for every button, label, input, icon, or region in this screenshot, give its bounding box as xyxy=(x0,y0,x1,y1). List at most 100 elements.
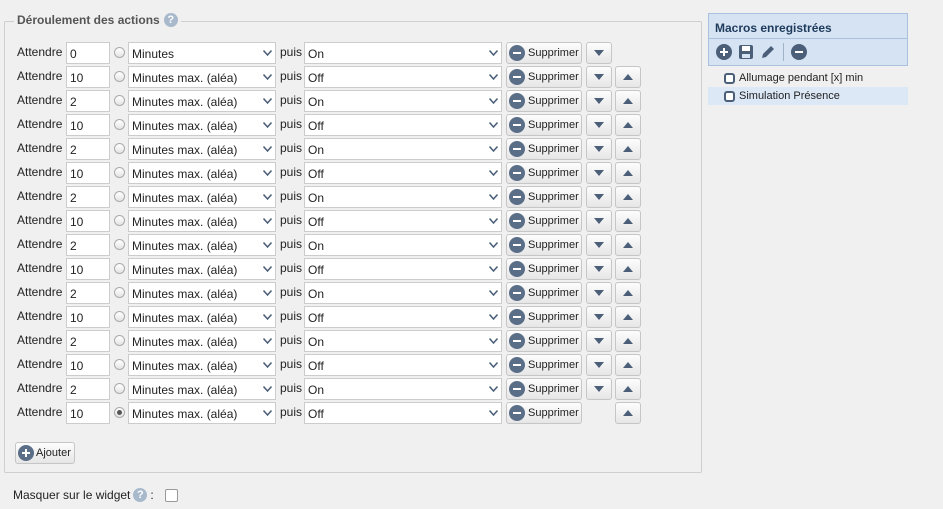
move-down-button[interactable] xyxy=(586,138,612,160)
move-down-button[interactable] xyxy=(586,186,612,208)
state-select[interactable]: On xyxy=(304,234,502,256)
wait-value-input[interactable]: 10 xyxy=(66,210,110,232)
move-down-button[interactable] xyxy=(586,114,612,136)
unit-select[interactable]: Minutes max. (aléa) xyxy=(128,234,276,256)
move-down-button[interactable] xyxy=(586,354,612,376)
row-radio[interactable] xyxy=(114,239,125,250)
unit-select[interactable]: Minutes max. (aléa) xyxy=(128,186,276,208)
delete-button[interactable]: Supprimer xyxy=(506,330,582,352)
macro-item[interactable]: Allumage pendant [x] min xyxy=(708,69,908,87)
wait-value-input[interactable]: 10 xyxy=(66,402,110,424)
unit-select[interactable]: Minutes xyxy=(128,42,276,64)
unit-select[interactable]: Minutes max. (aléa) xyxy=(128,66,276,88)
wait-value-input[interactable]: 10 xyxy=(66,114,110,136)
wait-value-input[interactable]: 2 xyxy=(66,378,110,400)
wait-value-input[interactable]: 2 xyxy=(66,138,110,160)
move-down-button[interactable] xyxy=(586,210,612,232)
move-down-button[interactable] xyxy=(586,306,612,328)
move-up-button[interactable] xyxy=(615,402,641,424)
move-up-button[interactable] xyxy=(615,90,641,112)
state-select[interactable]: Off xyxy=(304,162,502,184)
move-up-button[interactable] xyxy=(615,66,641,88)
row-radio[interactable] xyxy=(114,71,125,82)
move-up-button[interactable] xyxy=(615,258,641,280)
help-icon[interactable]: ? xyxy=(163,13,178,27)
delete-button[interactable]: Supprimer xyxy=(506,210,582,232)
row-radio[interactable] xyxy=(114,215,125,226)
move-down-button[interactable] xyxy=(586,90,612,112)
state-select[interactable]: Off xyxy=(304,402,502,424)
delete-button[interactable]: Supprimer xyxy=(506,282,582,304)
state-select[interactable]: On xyxy=(304,42,502,64)
move-up-button[interactable] xyxy=(615,234,641,256)
unit-select[interactable]: Minutes max. (aléa) xyxy=(128,306,276,328)
unit-select[interactable]: Minutes max. (aléa) xyxy=(128,282,276,304)
delete-button[interactable]: Supprimer xyxy=(506,42,582,64)
move-up-button[interactable] xyxy=(615,186,641,208)
delete-button[interactable]: Supprimer xyxy=(506,138,582,160)
row-radio[interactable] xyxy=(114,119,125,130)
remove-icon[interactable] xyxy=(790,43,808,61)
move-down-button[interactable] xyxy=(586,42,612,64)
add-action-button[interactable]: Ajouter xyxy=(15,442,75,464)
wait-value-input[interactable]: 2 xyxy=(66,90,110,112)
unit-select[interactable]: Minutes max. (aléa) xyxy=(128,258,276,280)
save-icon[interactable] xyxy=(737,43,755,61)
wait-value-input[interactable]: 10 xyxy=(66,162,110,184)
delete-button[interactable]: Supprimer xyxy=(506,402,582,424)
state-select[interactable]: On xyxy=(304,330,502,352)
move-down-button[interactable] xyxy=(586,66,612,88)
row-radio[interactable] xyxy=(114,167,125,178)
wait-value-input[interactable]: 2 xyxy=(66,282,110,304)
move-down-button[interactable] xyxy=(586,234,612,256)
add-icon[interactable] xyxy=(715,43,733,61)
state-select[interactable]: On xyxy=(304,378,502,400)
wait-value-input[interactable]: 0 xyxy=(66,42,110,64)
unit-select[interactable]: Minutes max. (aléa) xyxy=(128,210,276,232)
row-radio[interactable] xyxy=(114,383,125,394)
delete-button[interactable]: Supprimer xyxy=(506,114,582,136)
hide-widget-checkbox[interactable] xyxy=(164,488,178,502)
delete-button[interactable]: Supprimer xyxy=(506,186,582,208)
row-radio[interactable] xyxy=(114,359,125,370)
move-up-button[interactable] xyxy=(615,138,641,160)
move-up-button[interactable] xyxy=(615,330,641,352)
wait-value-input[interactable]: 10 xyxy=(66,66,110,88)
delete-button[interactable]: Supprimer xyxy=(506,66,582,88)
move-up-button[interactable] xyxy=(615,210,641,232)
move-down-button[interactable] xyxy=(586,162,612,184)
row-radio[interactable] xyxy=(114,143,125,154)
row-radio[interactable] xyxy=(114,311,125,322)
delete-button[interactable]: Supprimer xyxy=(506,90,582,112)
delete-button[interactable]: Supprimer xyxy=(506,162,582,184)
row-radio[interactable] xyxy=(114,191,125,202)
unit-select[interactable]: Minutes max. (aléa) xyxy=(128,330,276,352)
state-select[interactable]: Off xyxy=(304,210,502,232)
move-up-button[interactable] xyxy=(615,162,641,184)
delete-button[interactable]: Supprimer xyxy=(506,378,582,400)
help-icon[interactable]: ? xyxy=(133,488,148,502)
unit-select[interactable]: Minutes max. (aléa) xyxy=(128,402,276,424)
move-up-button[interactable] xyxy=(615,378,641,400)
state-select[interactable]: On xyxy=(304,138,502,160)
row-radio[interactable] xyxy=(114,407,125,418)
move-down-button[interactable] xyxy=(586,378,612,400)
row-radio[interactable] xyxy=(114,47,125,58)
state-select[interactable]: Off xyxy=(304,258,502,280)
wait-value-input[interactable]: 2 xyxy=(66,330,110,352)
move-up-button[interactable] xyxy=(615,354,641,376)
move-up-button[interactable] xyxy=(615,114,641,136)
move-down-button[interactable] xyxy=(586,282,612,304)
state-select[interactable]: On xyxy=(304,186,502,208)
row-radio[interactable] xyxy=(114,263,125,274)
wait-value-input[interactable]: 10 xyxy=(66,306,110,328)
unit-select[interactable]: Minutes max. (aléa) xyxy=(128,138,276,160)
delete-button[interactable]: Supprimer xyxy=(506,258,582,280)
wait-value-input[interactable]: 2 xyxy=(66,234,110,256)
row-radio[interactable] xyxy=(114,287,125,298)
wait-value-input[interactable]: 2 xyxy=(66,186,110,208)
row-radio[interactable] xyxy=(114,95,125,106)
move-up-button[interactable] xyxy=(615,282,641,304)
wait-value-input[interactable]: 10 xyxy=(66,354,110,376)
macro-item[interactable]: Simulation Présence xyxy=(708,87,908,105)
